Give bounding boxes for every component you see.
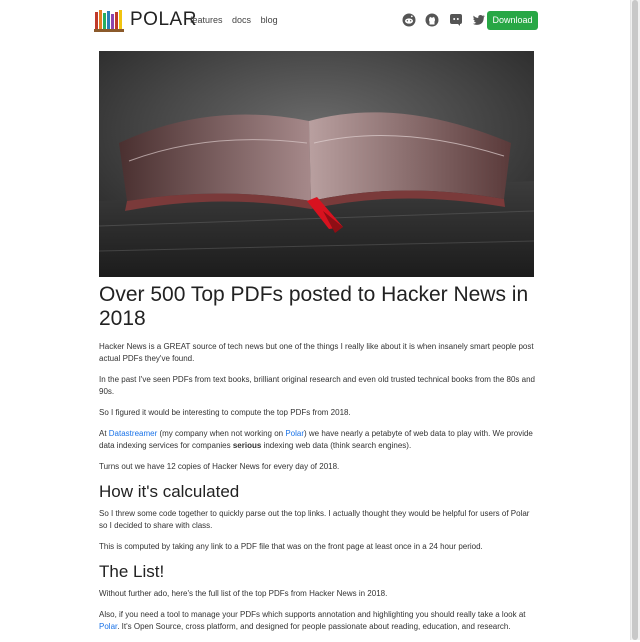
text-segment: Also, if you need a tool to manage your … bbox=[99, 610, 526, 619]
site-header: POLAR features docs blog Download bbox=[94, 8, 540, 34]
hero-image bbox=[99, 51, 534, 277]
discord-icon[interactable] bbox=[449, 13, 463, 27]
paragraph-intro: Hacker News is a GREAT source of tech ne… bbox=[99, 342, 534, 363]
main-nav: features docs blog bbox=[190, 15, 285, 25]
reddit-icon[interactable] bbox=[402, 13, 416, 27]
paragraph-tool: Also, if you need a tool to manage your … bbox=[99, 609, 539, 633]
paragraph-ado: Without further ado, here's the full lis… bbox=[99, 589, 388, 598]
scrollbar-thumb[interactable] bbox=[632, 0, 638, 640]
paragraph-figured: So I figured it would be interesting to … bbox=[99, 408, 351, 417]
open-book-photo bbox=[99, 51, 534, 277]
text-segment: (my company when not working on bbox=[157, 429, 286, 438]
brand-name[interactable]: POLAR bbox=[130, 9, 197, 31]
nav-docs[interactable]: docs bbox=[232, 15, 251, 25]
article-title: Over 500 Top PDFs posted to Hacker News … bbox=[99, 283, 529, 330]
download-button[interactable]: Download bbox=[487, 11, 538, 30]
paragraph-code: So I threw some code together to quickly… bbox=[99, 509, 530, 530]
section-heading-list: The List! bbox=[99, 562, 165, 581]
social-links bbox=[402, 13, 491, 27]
polar-link-2[interactable]: Polar bbox=[99, 622, 117, 631]
datastreamer-link[interactable]: Datastreamer bbox=[109, 429, 157, 438]
nav-blog[interactable]: blog bbox=[261, 15, 278, 25]
twitter-icon[interactable] bbox=[472, 13, 486, 27]
nav-features[interactable]: features bbox=[190, 15, 223, 25]
paragraph-past: In the past I've seen PDFs from text boo… bbox=[99, 375, 535, 396]
article-body: Over 500 Top PDFs posted to Hacker News … bbox=[99, 283, 539, 642]
paragraph-computed: This is computed by taking any link to a… bbox=[99, 542, 483, 551]
bold-text: serious bbox=[232, 441, 262, 450]
github-icon[interactable] bbox=[425, 13, 439, 27]
text-segment: At bbox=[99, 429, 109, 438]
paragraph-copies: Turns out we have 12 copies of Hacker Ne… bbox=[99, 462, 340, 471]
section-heading-calculated: How it's calculated bbox=[99, 482, 240, 501]
page: POLAR features docs blog Download Over 5… bbox=[0, 0, 630, 640]
polar-link[interactable]: Polar bbox=[285, 429, 304, 438]
paragraph-datastreamer: At Datastreamer (my company when not wor… bbox=[99, 428, 539, 452]
polar-logo-icon[interactable] bbox=[94, 9, 124, 33]
text-segment: . It's Open Source, cross platform, and … bbox=[117, 622, 511, 631]
text-segment: indexing web data (think search engines)… bbox=[261, 441, 412, 450]
vertical-scrollbar[interactable] bbox=[630, 0, 640, 640]
